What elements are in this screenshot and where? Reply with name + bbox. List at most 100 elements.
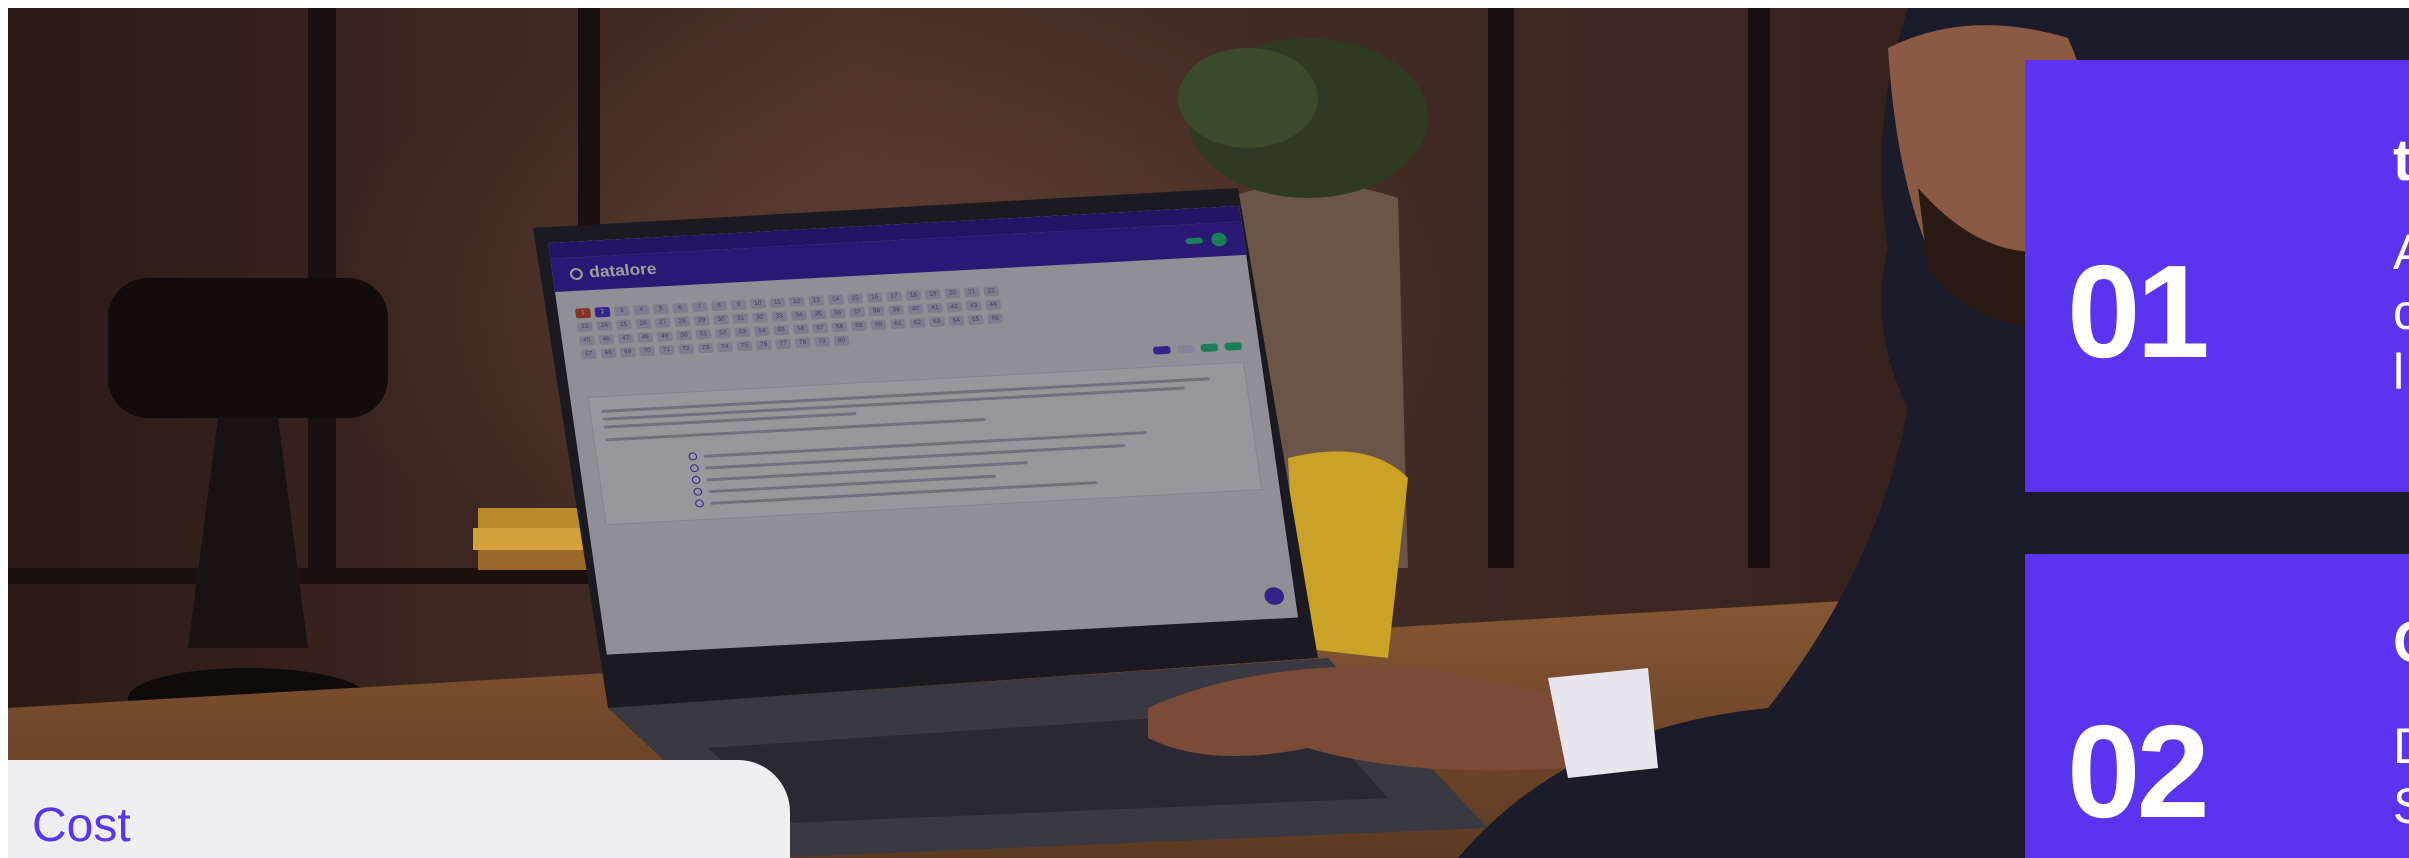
question-number-cell[interactable]: 70 [639, 345, 656, 357]
question-number-cell[interactable]: 44 [985, 299, 1002, 311]
question-number-cell[interactable]: 39 [887, 304, 905, 316]
question-number-cell[interactable]: 7 [691, 301, 708, 313]
radio-icon [689, 464, 700, 473]
question-number-cell[interactable]: 10 [749, 298, 767, 310]
feature-number: 02 [2067, 698, 2210, 845]
question-number-cell[interactable]: 62 [909, 317, 926, 329]
question-number-cell[interactable]: 31 [732, 313, 749, 324]
question-number-cell[interactable]: 45 [578, 335, 596, 346]
question-number-cell[interactable]: 3 [613, 305, 631, 317]
question-number-cell[interactable]: 47 [617, 333, 635, 344]
question-number-cell[interactable]: 74 [716, 341, 734, 353]
question-number-cell[interactable]: 56 [792, 323, 810, 335]
radio-icon [692, 487, 703, 496]
question-number-cell[interactable]: 12 [788, 296, 806, 308]
question-number-cell[interactable]: 2 [594, 306, 611, 318]
info-panel: Cost [8, 760, 790, 858]
question-number-cell[interactable]: 14 [827, 294, 845, 305]
question-number-cell[interactable]: 37 [848, 307, 866, 318]
chat-bubble-icon[interactable] [1263, 586, 1286, 606]
question-number-cell[interactable]: 32 [751, 312, 769, 323]
avatar[interactable] [1210, 232, 1228, 247]
question-number-cell[interactable]: 29 [693, 315, 710, 326]
question-number-cell[interactable]: 4 [633, 304, 650, 316]
question-number-cell[interactable]: 77 [775, 338, 792, 350]
panel-title: Cost [32, 799, 131, 852]
question-number-cell[interactable]: 52 [714, 328, 732, 339]
question-number-cell[interactable]: 59 [850, 320, 868, 332]
question-number-cell[interactable]: 13 [808, 295, 825, 306]
question-number-cell[interactable]: 20 [944, 288, 961, 299]
question-number-cell[interactable]: 41 [926, 302, 944, 314]
question-number-cell[interactable]: 58 [831, 321, 848, 333]
feature-heading: C [2393, 614, 2409, 672]
question-number-cell[interactable]: 63 [928, 316, 946, 328]
question-number-cell[interactable]: 33 [771, 311, 788, 322]
question-number-cell[interactable]: 17 [885, 291, 903, 302]
question-number-cell[interactable]: 23 [576, 321, 594, 333]
radio-icon [691, 475, 701, 485]
question-number-cell[interactable]: 69 [619, 346, 637, 358]
question-number-cell[interactable]: 50 [675, 330, 693, 341]
question-number-cell[interactable]: 38 [868, 305, 885, 317]
question-number-cell[interactable]: 16 [866, 292, 883, 303]
radio-icon [694, 499, 705, 508]
question-number-cell[interactable]: 54 [753, 325, 771, 337]
toolbar-button-1[interactable] [1152, 345, 1172, 355]
question-number-cell[interactable]: 6 [672, 302, 689, 314]
question-number-cell[interactable]: 22 [983, 285, 1000, 297]
question-number-cell[interactable]: 67 [580, 349, 598, 360]
question-number-cell[interactable]: 42 [946, 301, 963, 313]
question-number-cell[interactable]: 73 [697, 342, 714, 354]
question-number-cell[interactable]: 19 [924, 289, 942, 300]
question-number-cell[interactable]: 60 [870, 319, 887, 331]
question-number-cell[interactable]: 53 [734, 326, 751, 338]
question-number-cell[interactable]: 57 [812, 322, 829, 334]
question-number-cell[interactable]: 35 [810, 309, 827, 320]
question-number-cell[interactable]: 5 [652, 303, 670, 315]
question-number-cell[interactable]: 75 [736, 340, 753, 352]
question-number-cell[interactable]: 49 [656, 331, 673, 342]
question-number-cell[interactable]: 43 [965, 300, 983, 312]
screen-content: 1 2 3 4 5 6 7 8 9 10 11 12 13 14 15 16 17 18 19 20 21 22 23 24 2… [555, 255, 1281, 534]
toolbar-button-3[interactable] [1200, 343, 1219, 353]
question-number-cell[interactable]: 80 [833, 335, 850, 347]
question-number-cell[interactable]: 72 [677, 343, 695, 355]
question-number-cell[interactable]: 34 [790, 310, 808, 321]
question-number-cell[interactable]: 26 [635, 318, 652, 330]
nav-cta-button[interactable] [1185, 237, 1204, 245]
question-number-cell[interactable]: 15 [846, 293, 864, 304]
brand-logo[interactable]: datalore [569, 261, 658, 283]
question-number-cell[interactable]: 9 [730, 299, 747, 311]
toolbar-button-4[interactable] [1223, 342, 1243, 351]
question-number-cell[interactable]: 36 [829, 308, 846, 319]
question-number-cell[interactable]: 40 [907, 303, 924, 315]
lamp [108, 278, 388, 418]
question-number-cell[interactable]: 79 [813, 336, 831, 348]
question-number-cell[interactable]: 11 [769, 297, 786, 309]
question-number-cell[interactable]: 1 [574, 307, 592, 319]
question-number-cell[interactable]: 21 [963, 287, 981, 298]
question-number-cell[interactable]: 51 [695, 329, 712, 340]
hero-photo: datalore 1 2 3 4 5 6 7 8 9 10 11 12 13 14 15 16 17 18 19 20… [8, 8, 2409, 858]
question-number-cell[interactable]: 71 [658, 344, 675, 356]
question-number-cell[interactable]: 25 [615, 319, 633, 331]
question-number-cell[interactable]: 64 [948, 315, 965, 327]
question-number-cell[interactable]: 55 [773, 324, 790, 336]
question-number-cell[interactable]: 30 [712, 314, 730, 325]
question-number-cell[interactable]: 18 [905, 290, 922, 301]
toolbar-button-2[interactable] [1176, 344, 1195, 354]
question-number-cell[interactable]: 68 [600, 348, 617, 359]
question-number-cell[interactable]: 46 [598, 334, 615, 345]
question-number-cell[interactable]: 24 [596, 320, 613, 332]
question-number-cell[interactable]: 8 [710, 300, 728, 312]
question-number-cell[interactable]: 48 [637, 332, 654, 343]
question-number-cell[interactable]: 28 [673, 316, 691, 328]
question-number-cell[interactable]: 27 [654, 317, 672, 329]
question-number-cell[interactable]: 66 [986, 313, 1004, 325]
question-number-cell[interactable]: 76 [755, 339, 773, 351]
question-number-cell[interactable]: 78 [794, 337, 812, 349]
question-text-line [602, 386, 1186, 421]
question-number-cell[interactable]: 61 [889, 318, 907, 330]
question-number-cell[interactable]: 65 [967, 314, 985, 326]
